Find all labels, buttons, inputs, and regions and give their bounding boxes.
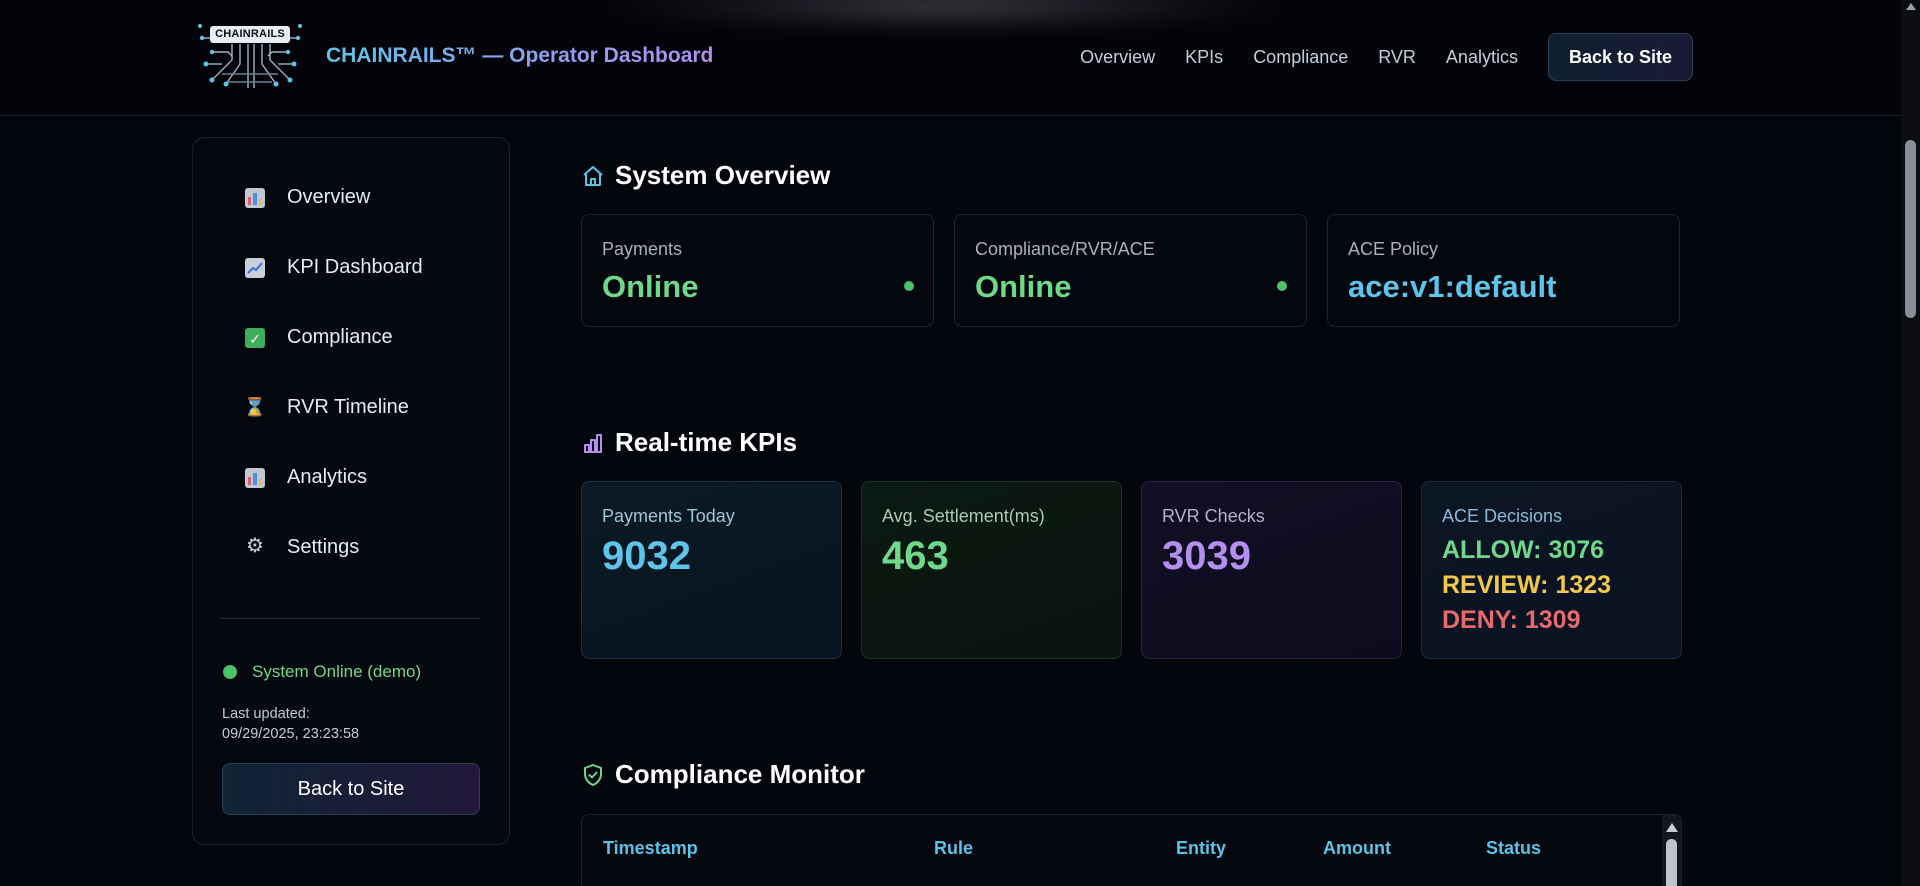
- kpi-avg-settlement: Avg. Settlement(ms) 463: [861, 481, 1122, 659]
- nav-compliance[interactable]: Compliance: [1253, 47, 1348, 68]
- bar-chart-icon: [245, 467, 265, 488]
- card-value: ace:v1:default: [1348, 269, 1557, 304]
- kpi-value: 9032: [602, 534, 691, 578]
- sidebar-item-rvr-timeline[interactable]: ⌛ RVR Timeline: [243, 396, 409, 419]
- table-scrollbar[interactable]: [1662, 815, 1681, 886]
- sidebar-back-to-site-button[interactable]: Back to Site: [222, 763, 480, 815]
- online-indicator-icon: [904, 281, 914, 291]
- system-status: System Online (demo): [223, 662, 421, 682]
- bar-chart-icon: [584, 433, 602, 453]
- nav-overview[interactable]: Overview: [1080, 47, 1155, 68]
- gear-icon: ⚙: [246, 534, 264, 557]
- shield-check-icon: [584, 763, 602, 786]
- column-header-entity[interactable]: Entity: [1176, 838, 1226, 859]
- scroll-up-icon[interactable]: [1906, 3, 1916, 10]
- kpi-payments-today: Payments Today 9032: [581, 481, 842, 659]
- online-indicator-icon: [1277, 281, 1287, 291]
- last-updated: Last updated: 09/29/2025, 23:23:58: [222, 704, 359, 744]
- sidebar-item-label: Settings: [287, 536, 360, 558]
- back-to-site-button[interactable]: Back to Site: [1547, 33, 1693, 81]
- kpi-label: Payments Today: [602, 506, 735, 526]
- sidebar-item-label: Compliance: [287, 326, 393, 348]
- last-updated-label: Last updated:: [222, 706, 310, 722]
- top-nav: Overview KPIs Compliance RVR Analytics B…: [1050, 33, 1693, 81]
- column-header-rule[interactable]: Rule: [934, 838, 973, 859]
- card-label: Payments: [602, 239, 683, 259]
- hourglass-icon: ⌛: [243, 396, 267, 417]
- status-dot-icon: [223, 665, 237, 679]
- sidebar-item-compliance[interactable]: ✓ Compliance: [245, 326, 393, 349]
- ace-policy-card: ACE Policy ace:v1:default: [1327, 214, 1680, 327]
- section-title: Real-time KPIs: [615, 427, 798, 457]
- kpi-label: ACE Decisions: [1442, 506, 1563, 526]
- column-header-status[interactable]: Status: [1486, 838, 1541, 859]
- home-icon: [583, 165, 603, 186]
- logo-wordmark: CHAINRAILS: [210, 26, 290, 43]
- realtime-kpis-heading: Real-time KPIs: [581, 427, 797, 458]
- kpi-rvr-checks: RVR Checks 3039: [1141, 481, 1402, 659]
- scroll-thumb[interactable]: [1666, 839, 1677, 886]
- sidebar-item-label: RVR Timeline: [287, 396, 409, 418]
- bar-chart-icon: [245, 187, 265, 208]
- sidebar-item-analytics[interactable]: Analytics: [245, 466, 367, 489]
- column-header-amount[interactable]: Amount: [1323, 838, 1391, 859]
- payments-status-card: Payments Online: [581, 214, 934, 327]
- sidebar-item-label: Overview: [287, 186, 371, 208]
- brand[interactable]: CHAINRAILS CHAINRAILS™ — Operator Dashbo…: [192, 18, 713, 94]
- sidebar-item-kpi-dashboard[interactable]: KPI Dashboard: [245, 256, 423, 279]
- section-title: Compliance Monitor: [615, 759, 865, 789]
- sidebar: Overview KPI Dashboard ✓ Compliance ⌛ RV…: [192, 137, 510, 845]
- kpi-value: 3039: [1162, 534, 1251, 578]
- checkbox-icon: ✓: [245, 327, 265, 348]
- card-value: Online: [602, 269, 699, 304]
- scroll-up-icon[interactable]: [1666, 823, 1678, 832]
- ace-review-count: REVIEW: 1323: [1442, 571, 1612, 599]
- sidebar-item-label: KPI Dashboard: [287, 256, 423, 278]
- sidebar-item-overview[interactable]: Overview: [245, 186, 370, 209]
- card-label: ACE Policy: [1348, 239, 1439, 259]
- compliance-table: Timestamp Rule Entity Amount Status: [581, 814, 1682, 886]
- kpi-ace-decisions: ACE Decisions ALLOW: 3076 REVIEW: 1323 D…: [1421, 481, 1682, 659]
- column-header-timestamp[interactable]: Timestamp: [603, 838, 698, 859]
- line-chart-icon: [245, 257, 265, 278]
- scroll-thumb[interactable]: [1905, 140, 1916, 318]
- ace-deny-count: DENY: 1309: [1442, 606, 1581, 634]
- top-navbar: CHAINRAILS CHAINRAILS™ — Operator Dashbo…: [0, 0, 1901, 116]
- compliance-status-card: Compliance/RVR/ACE Online: [954, 214, 1307, 327]
- nav-rvr[interactable]: RVR: [1378, 47, 1416, 68]
- app-title: CHAINRAILS™ — Operator Dashboard: [326, 44, 714, 67]
- card-value: Online: [975, 269, 1072, 304]
- nav-kpis[interactable]: KPIs: [1185, 47, 1223, 68]
- chainrails-logo: CHAINRAILS: [192, 18, 308, 94]
- sidebar-item-label: Analytics: [287, 466, 368, 488]
- kpi-label: RVR Checks: [1162, 506, 1265, 526]
- system-overview-heading: System Overview: [581, 160, 830, 191]
- nav-analytics[interactable]: Analytics: [1446, 47, 1518, 68]
- sidebar-item-settings[interactable]: ⚙ Settings: [245, 534, 360, 559]
- compliance-monitor-heading: Compliance Monitor: [581, 759, 865, 790]
- last-updated-value: 09/29/2025, 23:23:58: [222, 726, 360, 742]
- ace-allow-count: ALLOW: 3076: [1442, 536, 1605, 564]
- kpi-value: 463: [882, 534, 949, 578]
- section-title: System Overview: [615, 160, 831, 190]
- card-label: Compliance/RVR/ACE: [975, 239, 1155, 259]
- page-scrollbar[interactable]: [1901, 0, 1920, 886]
- kpi-label: Avg. Settlement(ms): [882, 506, 1045, 526]
- dashboard-page: CHAINRAILS CHAINRAILS™ — Operator Dashbo…: [0, 0, 1920, 886]
- sidebar-divider: [221, 618, 481, 619]
- status-text: System Online (demo): [252, 662, 422, 681]
